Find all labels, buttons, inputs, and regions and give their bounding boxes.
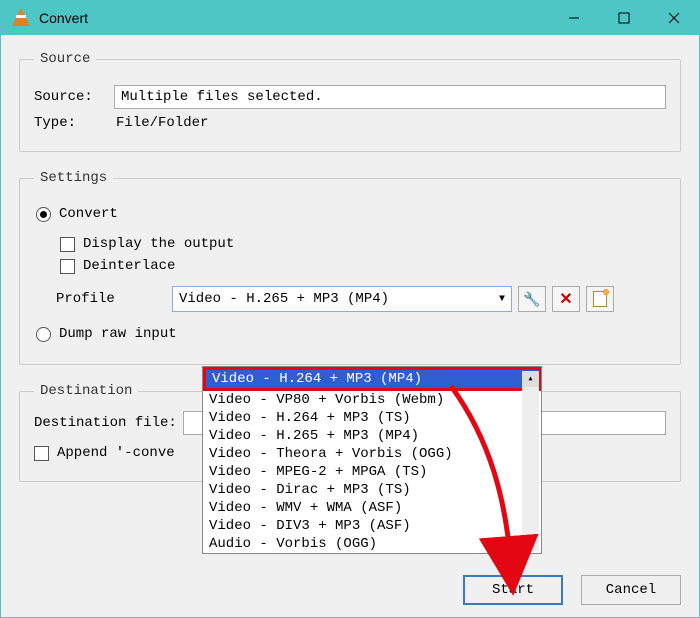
convert-radio[interactable] — [36, 207, 51, 222]
settings-group: Settings Convert Display the output Dein… — [19, 170, 681, 365]
profile-selected-value: Video - H.265 + MP3 (MP4) — [179, 291, 389, 307]
profile-option[interactable]: Video - VP80 + Vorbis (Webm) — [203, 391, 541, 409]
new-profile-icon — [593, 291, 607, 307]
profile-option[interactable]: Audio - Vorbis (OGG) — [203, 535, 541, 553]
minimize-button[interactable] — [549, 1, 599, 35]
close-button[interactable] — [649, 1, 699, 35]
settings-legend: Settings — [34, 170, 113, 186]
type-label: Type: — [34, 115, 114, 131]
new-profile-button[interactable] — [586, 286, 614, 312]
source-group: Source Source: Type: File/Folder — [19, 51, 681, 152]
chevron-down-icon: ▼ — [499, 294, 505, 305]
dump-raw-radio[interactable] — [36, 327, 51, 342]
start-button[interactable]: Start — [463, 575, 563, 605]
titlebar[interactable]: Convert — [1, 1, 699, 35]
source-legend: Source — [34, 51, 96, 67]
profile-option[interactable]: Video - MPEG-2 + MPGA (TS) — [203, 463, 541, 481]
display-output-checkbox[interactable] — [60, 237, 75, 252]
profile-dropdown-list[interactable]: Video - H.264 + MP3 (MP4) Video - VP80 +… — [202, 366, 542, 554]
append-converted-checkbox[interactable] — [34, 446, 49, 461]
deinterlace-checkbox[interactable] — [60, 259, 75, 274]
profile-option[interactable]: Video - DIV3 + MP3 (ASF) — [203, 517, 541, 535]
delete-profile-button[interactable]: ✕ — [552, 286, 580, 312]
convert-dialog: Convert Source Source: Type: File/Folder — [0, 0, 700, 618]
source-label: Source: — [34, 89, 114, 105]
destination-legend: Destination — [34, 383, 138, 399]
deinterlace-label: Deinterlace — [83, 258, 175, 274]
profile-option[interactable]: Video - Dirac + MP3 (TS) — [203, 481, 541, 499]
destination-file-label: Destination file: — [34, 415, 177, 431]
window-title: Convert — [39, 10, 88, 26]
profile-option[interactable]: Video - H.265 + MP3 (MP4) — [203, 427, 541, 445]
display-output-label: Display the output — [83, 236, 234, 252]
append-converted-label: Append '-conve — [57, 445, 175, 461]
profile-label: Profile — [36, 291, 166, 307]
source-input[interactable] — [114, 85, 666, 109]
profile-option[interactable]: Video - WMV + WMA (ASF) — [203, 499, 541, 517]
profile-combobox[interactable]: Video - H.265 + MP3 (MP4) ▼ — [172, 286, 512, 312]
profile-option[interactable]: Video - H.264 + MP3 (TS) — [203, 409, 541, 427]
cancel-button[interactable]: Cancel — [581, 575, 681, 605]
dropdown-scrollbar[interactable]: ▴ — [522, 371, 539, 551]
vlc-app-icon — [11, 8, 31, 28]
scroll-up-icon[interactable]: ▴ — [522, 371, 539, 387]
edit-profile-button[interactable]: 🔧 — [518, 286, 546, 312]
profile-option[interactable]: Video - H.264 + MP3 (MP4) — [206, 370, 538, 388]
maximize-button[interactable] — [599, 1, 649, 35]
annotation-highlight: Video - H.264 + MP3 (MP4) — [203, 367, 541, 391]
dump-raw-label: Dump raw input — [59, 326, 177, 342]
type-value: File/Folder — [114, 115, 208, 131]
convert-radio-label: Convert — [59, 206, 118, 222]
profile-option[interactable]: Video - Theora + Vorbis (OGG) — [203, 445, 541, 463]
delete-icon: ✕ — [559, 289, 572, 309]
wrench-icon: 🔧 — [523, 291, 540, 308]
